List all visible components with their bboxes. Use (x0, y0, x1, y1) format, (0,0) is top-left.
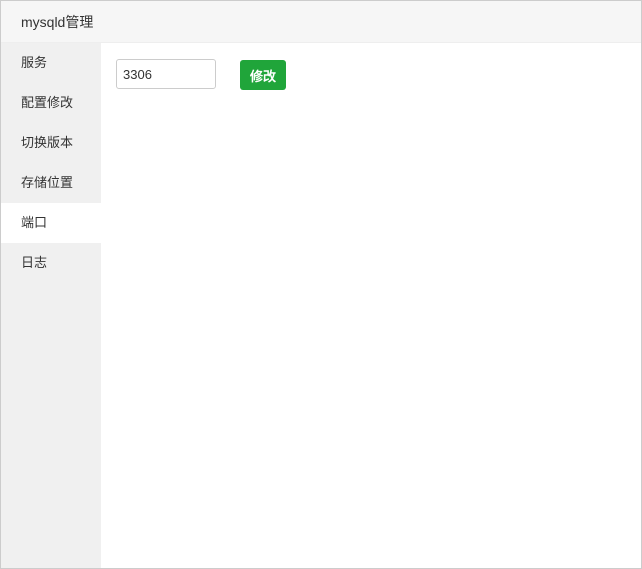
sidebar-item-port[interactable]: 端口 (1, 203, 101, 243)
sidebar-item-storage-location[interactable]: 存储位置 (1, 163, 101, 203)
sidebar: 服务 配置修改 切换版本 存储位置 端口 日志 (1, 43, 101, 568)
modify-button[interactable]: 修改 (240, 60, 286, 90)
main-panel: 修改 (101, 43, 641, 568)
mysqld-manager-window: mysqld管理 服务 配置修改 切换版本 存储位置 端口 日志 修改 (0, 0, 642, 569)
sidebar-item-log[interactable]: 日志 (1, 243, 101, 283)
sidebar-item-config[interactable]: 配置修改 (1, 83, 101, 123)
port-input[interactable] (116, 59, 216, 89)
window-title: mysqld管理 (1, 1, 641, 43)
sidebar-item-switch-version[interactable]: 切换版本 (1, 123, 101, 163)
sidebar-item-service[interactable]: 服务 (1, 43, 101, 83)
